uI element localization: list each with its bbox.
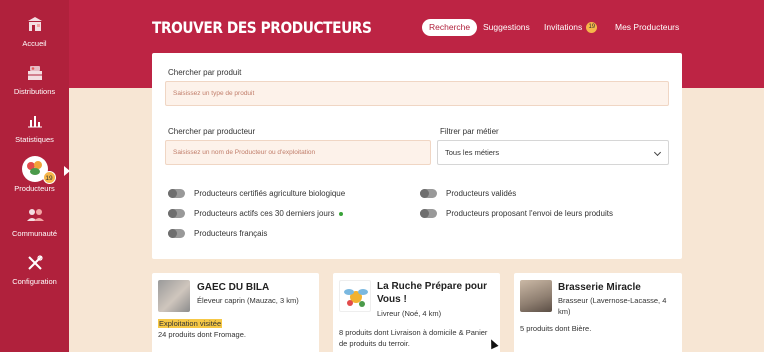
filter-validated[interactable]: Producteurs validés <box>420 189 516 198</box>
tab-recherche[interactable]: Recherche <box>422 19 478 36</box>
producer-photo <box>158 280 190 312</box>
shop-icon <box>27 17 42 31</box>
bar-chart-icon <box>27 116 42 128</box>
product-search-label: Chercher par produit <box>168 68 242 77</box>
filter-label: Producteurs validés <box>446 189 517 198</box>
producer-subtitle: Brasseur (Lavernose-Lacasse, 4 km) <box>558 296 667 316</box>
sidebar-item-communaute[interactable]: Communauté <box>0 204 69 238</box>
job-filter-value: Tous les métiers <box>445 148 500 157</box>
job-filter-select[interactable]: Tous les métiers <box>437 140 669 165</box>
community-icon <box>26 209 44 221</box>
job-filter-label: Filtrer par métier <box>440 127 499 136</box>
sidebar-item-label: Configuration <box>12 277 57 286</box>
producer-subtitle: Livreur (Noé, 4 km) <box>377 309 442 318</box>
sidebar-item-label: Producteurs <box>14 184 55 193</box>
tools-icon <box>27 255 43 270</box>
producer-name: La Ruche Prépare pour Vous ! <box>377 281 488 305</box>
producer-search-input[interactable]: Saisissez un nom de Producteur ou d'expl… <box>165 140 431 165</box>
sidebar-item-label: Accueil <box>22 39 47 48</box>
filter-shipping[interactable]: Producteurs proposant l'envoi de leurs p… <box>420 209 613 218</box>
sidebar-item-accueil[interactable]: Accueil <box>0 14 69 48</box>
toggle-switch[interactable] <box>420 209 437 218</box>
producer-description: 5 produits dont Bière. <box>520 324 592 333</box>
producer-card-la-ruche[interactable]: La Ruche Prépare pour Vous ! Livreur (No… <box>333 273 500 352</box>
toggle-switch[interactable] <box>168 189 185 198</box>
producer-description: 8 produits dont Livraison à domicile & P… <box>339 328 488 348</box>
producer-name: Brasserie Miracle <box>558 282 641 293</box>
producer-logo <box>339 280 371 312</box>
toggle-switch[interactable] <box>168 209 185 218</box>
tab-label: Invitations <box>544 22 583 32</box>
sidebar-item-label: Communauté <box>11 229 58 238</box>
sidebar-item-configuration[interactable]: Configuration <box>0 252 69 286</box>
filter-label: Producteurs français <box>194 229 268 238</box>
filter-french[interactable]: Producteurs français <box>168 229 267 238</box>
product-search-input[interactable]: Saisissez un type de produit <box>165 81 669 106</box>
producers-count-badge: 19 <box>42 171 56 184</box>
crate-icon <box>27 66 42 80</box>
chevron-down-icon <box>653 148 662 157</box>
producer-photo <box>520 280 552 312</box>
tab-invitations[interactable]: Invitations 19 <box>544 19 598 36</box>
filter-label: Producteurs actifs ces 30 derniers jours <box>194 209 335 218</box>
sidebar: Accueil Distributions Statistiques 19 Pr… <box>0 0 70 352</box>
producer-subtitle: Éleveur caprin (Mauzac, 3 km) <box>197 296 299 305</box>
filter-active-30-days[interactable]: Producteurs actifs ces 30 derniers jours <box>168 209 343 218</box>
sidebar-item-label: Distributions <box>13 87 56 96</box>
toggle-switch[interactable] <box>420 189 437 198</box>
sidebar-item-distributions[interactable]: Distributions <box>0 62 69 96</box>
filter-label: Producteurs proposant l'envoi de leurs p… <box>446 209 613 218</box>
visited-badge: Exploitation visitée <box>158 319 223 328</box>
producers-avatar: 19 <box>21 156 56 184</box>
invitations-badge: 19 <box>586 22 598 34</box>
active-indicator <box>64 166 70 176</box>
search-panel: Chercher par produit Saisissez un type d… <box>152 53 682 259</box>
toggle-switch[interactable] <box>168 229 185 238</box>
producer-card-brasserie-miracle[interactable]: Brasserie Miracle Brasseur (Lavernose-La… <box>514 273 682 352</box>
tab-suggestions[interactable]: Suggestions <box>483 19 530 36</box>
sidebar-item-statistiques[interactable]: Statistiques <box>0 110 69 144</box>
producer-description: 24 produits dont Fromage. <box>158 330 246 339</box>
filter-bio[interactable]: Producteurs certifiés agriculture biolog… <box>168 189 345 198</box>
producer-name: GAEC DU BILA <box>197 282 270 293</box>
filter-label: Producteurs certifiés agriculture biolog… <box>194 189 346 198</box>
tab-mes-producteurs[interactable]: Mes Producteurs <box>615 19 679 36</box>
producer-search-label: Chercher par producteur <box>168 127 256 136</box>
sidebar-item-label: Statistiques <box>15 135 54 144</box>
page-title: TROUVER DES PRODUCTEURS <box>152 18 372 37</box>
producer-card-gaec-du-bila[interactable]: GAEC DU BILA Éleveur caprin (Mauzac, 3 k… <box>152 273 319 352</box>
sidebar-item-producteurs[interactable]: 19 Producteurs <box>0 156 69 193</box>
online-dot-icon <box>338 211 343 216</box>
